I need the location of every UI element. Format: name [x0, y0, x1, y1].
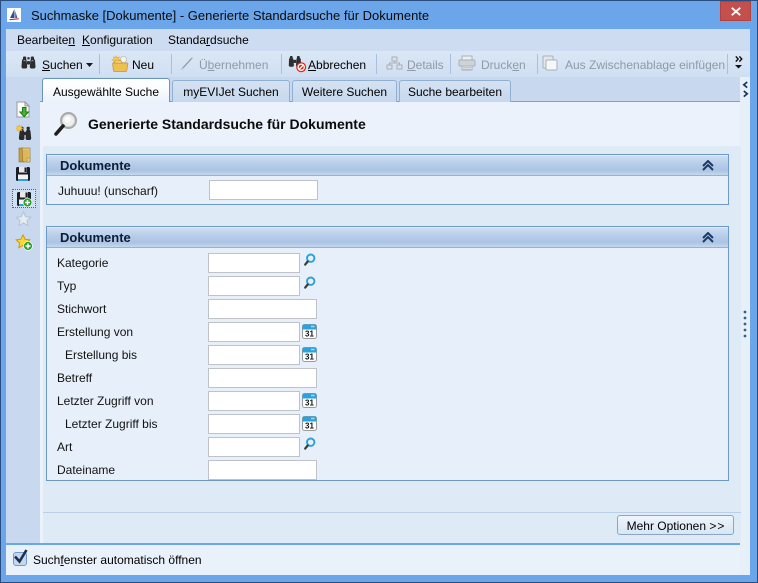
svg-text:31: 31 [305, 398, 314, 407]
svg-text:31: 31 [305, 352, 314, 361]
svg-text:31: 31 [305, 329, 314, 338]
svg-text:31: 31 [305, 421, 314, 430]
